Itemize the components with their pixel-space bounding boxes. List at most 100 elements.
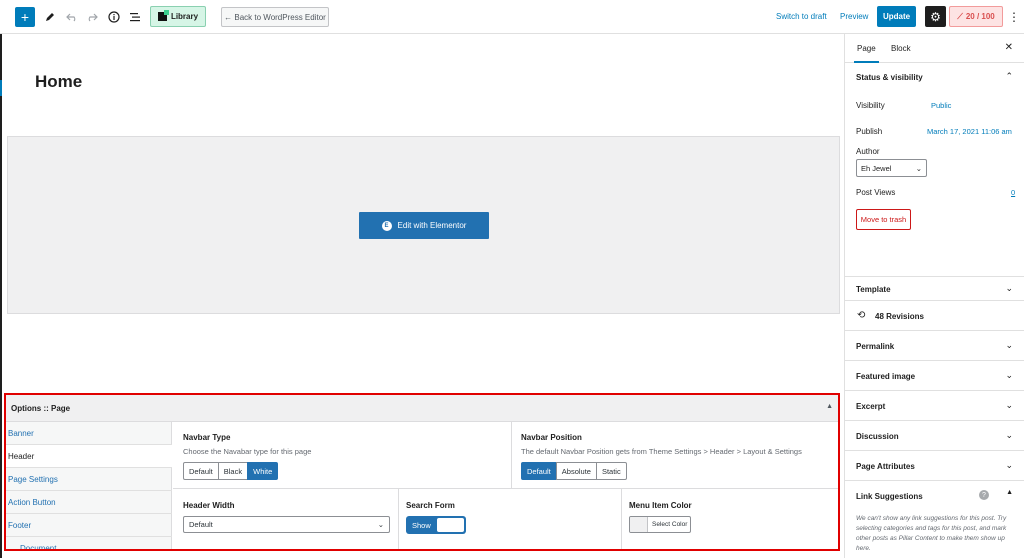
add-block-button[interactable]: + (15, 7, 35, 27)
settings-button[interactable]: ⚙ (925, 6, 946, 27)
tab-page[interactable]: Page (854, 44, 879, 63)
options-panel-title: Options :: Page (11, 404, 71, 413)
back-to-wordpress-button[interactable]: ← Back to WordPress Editor (221, 7, 329, 27)
navbar-position-absolute[interactable]: Absolute (555, 462, 597, 480)
discussion-section[interactable]: Discussion ⌄ (845, 421, 1024, 451)
options-body: Navbar Type Choose the Navabar type for … (173, 422, 838, 549)
editor-root: + Library ← Back to WordPress Editor Swi… (0, 0, 1024, 558)
chart-icon: ⟋ (957, 11, 963, 21)
options-tab-action-button[interactable]: Action Button (6, 491, 172, 514)
options-tab-page-settings[interactable]: Page Settings (6, 468, 172, 491)
close-icon[interactable]: ✕ (1005, 42, 1013, 53)
row-divider (173, 488, 838, 489)
template-title: Template (856, 285, 891, 294)
status-visibility-title[interactable]: Status & visibility (856, 73, 923, 82)
page-attributes-title: Page Attributes (856, 462, 915, 471)
link-suggestions-desc: We can't show any link suggestions for t… (856, 515, 1007, 552)
link-suggestions-section[interactable]: Link Suggestions ▲ (845, 481, 1024, 511)
caret-up-icon: ▲ (1006, 489, 1013, 496)
header-width-title: Header Width (183, 501, 235, 510)
library-logo-icon (157, 10, 169, 21)
navbar-position-desc: The default Navbar Position gets from Th… (521, 447, 802, 456)
author-label: Author (856, 147, 880, 156)
status-visibility-section: Status & visibility ⌃ Visibility Public … (845, 63, 1024, 277)
field-divider (398, 488, 399, 549)
more-options-icon[interactable]: ⋮ (1008, 9, 1020, 25)
search-form-title: Search Form (406, 501, 455, 510)
gear-icon: ⚙ (930, 9, 941, 24)
navbar-position-default[interactable]: Default (521, 462, 557, 480)
chevron-up-icon[interactable]: ⌃ (1005, 71, 1013, 82)
options-tab-header[interactable]: Header (6, 445, 172, 468)
settings-sidebar: Page Block ✕ Status & visibility ⌃ Visib… (844, 34, 1024, 558)
publish-value[interactable]: March 17, 2021 11:06 am (927, 127, 1012, 136)
field-divider (621, 488, 622, 549)
seo-score-button[interactable]: ⟋ 20 / 100 (949, 6, 1003, 27)
edit-with-elementor-label: Edit with Elementor (397, 221, 467, 230)
chevron-down-icon: ⌄ (1005, 400, 1013, 410)
visibility-label: Visibility (856, 101, 885, 110)
options-tab-banner[interactable]: Banner (6, 422, 172, 445)
options-tabs: Banner Header Page Settings Action Butto… (6, 422, 172, 550)
navbar-type-default[interactable]: Default (183, 462, 219, 480)
caret-up-icon[interactable]: ▲ (826, 403, 833, 410)
chevron-down-icon: ⌄ (1005, 283, 1013, 293)
navbar-type-title: Navbar Type (183, 433, 231, 442)
move-to-trash-button[interactable]: Move to trash (856, 209, 911, 230)
page-title[interactable]: Home (35, 72, 82, 92)
chevron-down-icon: ⌄ (377, 520, 384, 529)
preview-link[interactable]: Preview (840, 12, 868, 21)
pencil-icon[interactable] (42, 9, 58, 25)
color-swatch (630, 517, 648, 532)
navbar-type-white[interactable]: White (247, 462, 279, 480)
author-select[interactable]: Eh Jewel ⌄ (856, 159, 927, 177)
header-width-value: Default (189, 520, 213, 529)
revisions-section[interactable]: ⟲ 48 Revisions (845, 301, 1024, 331)
library-button[interactable]: Library (150, 6, 206, 27)
info-icon[interactable] (106, 9, 122, 25)
menu-item-color-title: Menu Item Color (629, 501, 692, 510)
featured-image-section[interactable]: Featured image ⌄ (845, 361, 1024, 391)
library-label: Library (170, 12, 199, 21)
select-color-button[interactable]: Select Color (629, 516, 691, 533)
post-views-value[interactable]: 0 (1011, 188, 1015, 197)
redo-icon[interactable] (84, 9, 100, 25)
navbar-position-title: Navbar Position (521, 433, 582, 442)
list-view-icon[interactable] (127, 9, 143, 25)
undo-icon[interactable] (64, 9, 80, 25)
options-page-panel: Options :: Page ▲ Banner Header Page Set… (4, 393, 840, 551)
navbar-position-segment: Default Absolute Static (521, 462, 802, 480)
discussion-title: Discussion (856, 432, 899, 441)
page-attributes-section[interactable]: Page Attributes ⌄ (845, 451, 1024, 481)
options-tab-document[interactable]: Document (6, 537, 172, 550)
history-icon: ⟲ (857, 310, 866, 321)
options-panel-header[interactable]: Options :: Page ▲ (6, 395, 838, 422)
author-value: Eh Jewel (861, 163, 892, 173)
revisions-label: 48 Revisions (875, 312, 924, 321)
navbar-type-desc: Choose the Navabar type for this page (183, 447, 312, 456)
elementor-icon: E (381, 220, 392, 231)
chevron-down-icon: ⌄ (1005, 370, 1013, 380)
navbar-position-static[interactable]: Static (595, 462, 627, 480)
seo-score-label: 20 / 100 (965, 12, 995, 21)
help-icon[interactable]: ? (979, 490, 989, 500)
tab-block[interactable]: Block (891, 44, 911, 53)
header-width-select[interactable]: Default ⌄ (183, 516, 390, 533)
update-button[interactable]: Update (877, 6, 916, 27)
navbar-type-black[interactable]: Black (217, 462, 249, 480)
template-section[interactable]: Template ⌄ (845, 277, 1024, 301)
visibility-value[interactable]: Public (931, 101, 951, 110)
permalink-section[interactable]: Permalink ⌄ (845, 331, 1024, 361)
chevron-down-icon: ⌄ (1005, 430, 1013, 440)
chevron-down-icon: ⌄ (915, 163, 922, 173)
edit-with-elementor-button[interactable]: E Edit with Elementor (359, 212, 489, 239)
navbar-position-field: Navbar Position The default Navbar Posit… (521, 433, 802, 480)
featured-image-title: Featured image (856, 372, 916, 381)
post-views-label: Post Views (856, 188, 896, 197)
excerpt-section[interactable]: Excerpt ⌄ (845, 391, 1024, 421)
link-suggestions-title: Link Suggestions (856, 492, 923, 501)
options-tab-footer[interactable]: Footer (6, 514, 172, 537)
switch-to-draft-link[interactable]: Switch to draft (776, 12, 827, 21)
sidebar-tabs: Page Block ✕ (845, 34, 1024, 63)
search-form-toggle[interactable]: Show (406, 516, 466, 534)
